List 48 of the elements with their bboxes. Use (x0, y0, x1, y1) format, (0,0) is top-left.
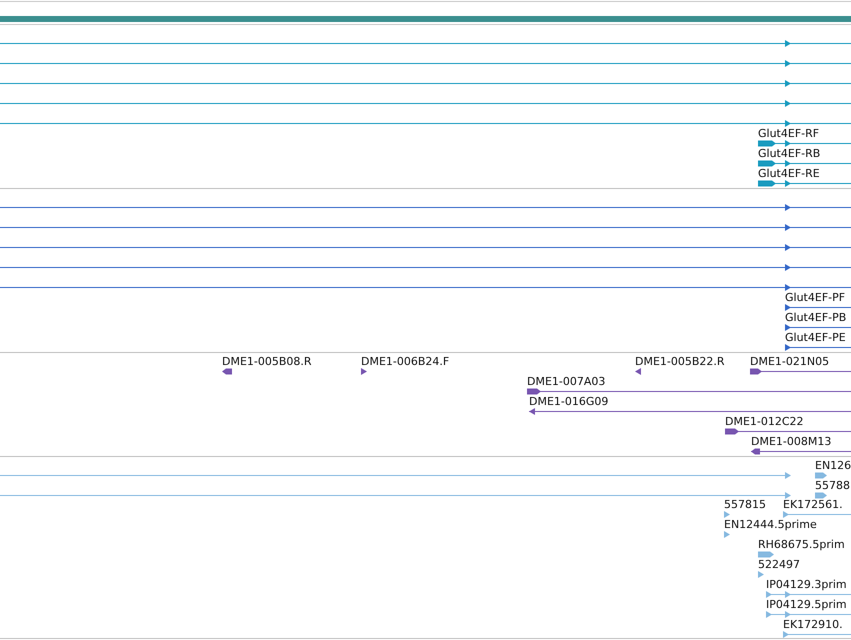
feature-glyph[interactable] (0, 264, 851, 271)
feature-glyph[interactable] (784, 324, 851, 331)
feature-label: DME1-006B24.F (361, 355, 450, 368)
feature-label: Glut4EF-RF (758, 127, 820, 140)
feature-glyph[interactable] (222, 368, 232, 374)
feature-label: Glut4EF-PB (785, 311, 846, 324)
feature-glyph[interactable] (0, 224, 851, 231)
feature-glyph[interactable] (0, 120, 851, 127)
feature-glyph[interactable] (750, 368, 851, 374)
feature-label: IP04129.5prim (766, 598, 847, 611)
feature-glyph[interactable] (0, 80, 851, 87)
feature-label: EK172910. (783, 618, 843, 631)
feature-glyph[interactable] (361, 368, 367, 375)
feature-glyph[interactable] (784, 304, 851, 311)
feature-label: EN126 (815, 459, 851, 472)
feature-glyph[interactable] (0, 60, 851, 67)
feature-label: DME1-021N05 (750, 355, 830, 368)
feature-label: Glut4EF-RE (758, 167, 820, 180)
feature-glyph[interactable] (528, 408, 851, 415)
feature-label: DME1-008M13 (751, 435, 832, 448)
feature-label: 522497 (758, 558, 800, 571)
feature-label: Glut4EF-RB (758, 147, 820, 160)
feature-glyph[interactable] (635, 368, 641, 375)
feature-glyph[interactable] (0, 284, 851, 291)
feature-label: DME1-005B22.R (635, 355, 725, 368)
feature-label: Glut4EF-PF (785, 291, 846, 304)
feature-label: EK172561. (783, 498, 843, 511)
feature-glyph[interactable] (758, 180, 851, 187)
feature-label: Glut4EF-PE (785, 331, 846, 344)
feature-glyph[interactable] (0, 100, 851, 107)
feature-glyph[interactable] (0, 40, 851, 47)
feature-label: DME1-005B08.R (222, 355, 312, 368)
feature-glyph[interactable] (0, 244, 851, 251)
feature-label: IP04129.3prim (766, 578, 847, 591)
feature-label: RH68675.5prim (758, 538, 845, 551)
feature-glyph[interactable] (758, 160, 851, 167)
feature-glyph[interactable] (750, 448, 851, 454)
feature-label: DME1-016G09 (529, 395, 608, 408)
feature-label: 55788 (815, 479, 850, 492)
feature-glyph[interactable] (0, 204, 851, 211)
feature-glyph[interactable] (784, 344, 851, 351)
feature-label: DME1-012C22 (725, 415, 804, 428)
feature-glyph[interactable] (724, 428, 851, 434)
feature-glyph[interactable] (758, 140, 851, 147)
feature-label: DME1-007A03 (527, 375, 606, 388)
feature-label: 557815 (724, 498, 766, 511)
feature-label: EN12444.5prime (724, 518, 817, 531)
feature-glyph[interactable] (526, 388, 851, 394)
